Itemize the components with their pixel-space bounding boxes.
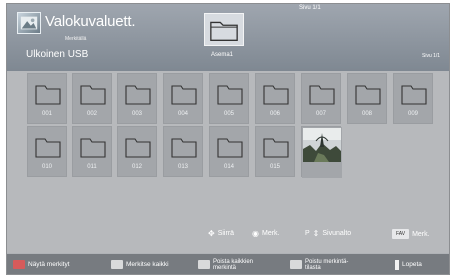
folder-tile[interactable]: 006	[255, 73, 295, 124]
folder-label: 010	[41, 164, 52, 170]
folder-label: 004	[177, 111, 188, 117]
folder-icon	[80, 83, 106, 105]
footer-bar: Näytä merkityt Merkitse kaikki Poista ka…	[7, 253, 449, 274]
mark-hint-label: Merk.	[261, 230, 280, 237]
nav-hint-bar: ✥ Siirrä ◉ Merk. P ⇕ Sivunalto FAV Merk.	[7, 227, 449, 241]
folder-tile[interactable]: 015	[255, 126, 295, 177]
exit-mark-mode-line2: tilasta	[305, 264, 321, 271]
folder-icon	[80, 136, 106, 158]
content-grid: 001 002 003 004 005 006 007 008 009 010 …	[27, 73, 437, 223]
folder-icon	[263, 83, 289, 105]
drive-label: Asema1	[211, 52, 234, 58]
folder-icon	[171, 83, 197, 105]
folder-icon	[217, 136, 243, 158]
page-hint-label: Sivunalto	[322, 230, 352, 237]
photo-app-icon	[17, 12, 41, 34]
red-key-icon	[13, 260, 25, 269]
folder-icon	[263, 136, 289, 158]
folder-icon	[125, 83, 151, 105]
folder-label: 003	[131, 111, 142, 117]
folder-tile[interactable]: 013	[163, 126, 203, 177]
blue-key-icon	[290, 260, 302, 269]
mark-all-button[interactable]: Merkitse kaikki	[111, 257, 169, 272]
folder-icon	[35, 136, 61, 158]
folder-icon	[401, 83, 427, 105]
folder-label: 007	[315, 111, 326, 117]
exit-button[interactable]: Lopeta	[395, 257, 422, 272]
app-title: Valokuvaluett.	[45, 13, 136, 30]
app-subtitle: Merkitällä	[65, 36, 87, 42]
page-prefix: P	[305, 230, 310, 237]
ok-button-icon: ◉	[252, 229, 259, 238]
folder-tile[interactable]: 005	[209, 73, 249, 124]
folder-label: 011	[87, 164, 97, 170]
folder-tile[interactable]: 011	[72, 126, 112, 177]
exit-icon	[395, 259, 399, 270]
mark-all-label: Merkitse kaikki	[126, 261, 169, 268]
exit-label: Lopeta	[402, 261, 422, 268]
photo-browser-screen: Valokuvaluett. Merkitällä Sivu 1/1 Asema…	[6, 3, 450, 275]
folder-label: 001	[41, 111, 52, 117]
move-hint-label: Siirrä	[217, 230, 235, 237]
folder-label: 002	[86, 111, 97, 117]
folder-label: 009	[407, 111, 418, 117]
move-hint: ✥ Siirrä	[208, 229, 234, 238]
show-marked-label: Näytä merkityt	[28, 261, 70, 268]
folder-icon	[125, 136, 151, 158]
unmark-all-label: Poista kaikkien merkintä	[213, 259, 253, 271]
folder-tile[interactable]: 009	[393, 73, 433, 124]
page-indicator-right: Sivu 1/1	[422, 53, 441, 59]
folder-tile[interactable]: 014	[209, 126, 249, 177]
page-updown-icon: ⇕	[312, 229, 320, 238]
folder-tile[interactable]: 003	[117, 73, 157, 124]
folder-icon	[217, 83, 243, 105]
fav-hint: FAV Merk.	[392, 229, 430, 239]
photo-thumbnail	[302, 127, 342, 178]
folder-tile[interactable]: 004	[163, 73, 203, 124]
folder-label: 015	[269, 164, 280, 170]
page-indicator-top: Sivu 1/1	[299, 5, 321, 11]
directional-arrows-icon: ✥	[208, 229, 215, 238]
header: Valokuvaluett. Merkitällä Sivu 1/1 Asema…	[7, 4, 449, 71]
folder-label: 013	[177, 164, 188, 170]
folder-tile[interactable]: 008	[347, 73, 387, 124]
folder-label: 006	[269, 111, 280, 117]
green-key-icon	[111, 260, 123, 269]
folder-icon	[171, 136, 197, 158]
show-marked-button[interactable]: Näytä merkityt	[13, 257, 70, 272]
drive-folder-icon[interactable]	[204, 13, 244, 46]
folder-label: 005	[223, 111, 234, 117]
folder-label: 014	[223, 164, 234, 170]
folder-icon	[35, 83, 61, 105]
yellow-key-icon	[198, 260, 210, 269]
folder-tile[interactable]: 002	[72, 73, 112, 124]
unmark-all-button[interactable]: Poista kaikkien merkintä	[198, 257, 253, 272]
folder-tile[interactable]: 007	[301, 73, 341, 124]
folder-label: 012	[131, 164, 142, 170]
folder-tile[interactable]: 001	[27, 73, 67, 124]
folder-icon	[355, 83, 381, 105]
mark-hint: ◉ Merk.	[252, 229, 279, 238]
folder-tile[interactable]: 010	[27, 126, 67, 177]
source-label: Ulkoinen USB	[26, 49, 89, 60]
page-hint: P ⇕ Sivunalto	[305, 229, 351, 238]
photo-tile[interactable]	[301, 126, 342, 178]
folder-label: 008	[361, 111, 372, 117]
folder-icon	[309, 83, 335, 105]
exit-mark-mode-button[interactable]: Poistu merkintä- tilasta	[290, 257, 348, 272]
folder-tile[interactable]: 012	[117, 126, 157, 177]
fav-key-badge: FAV	[392, 229, 410, 239]
unmark-all-line2: merkintä	[213, 264, 237, 271]
exit-mark-mode-label: Poistu merkintä- tilasta	[305, 259, 348, 271]
fav-hint-label: Merk.	[412, 230, 430, 238]
